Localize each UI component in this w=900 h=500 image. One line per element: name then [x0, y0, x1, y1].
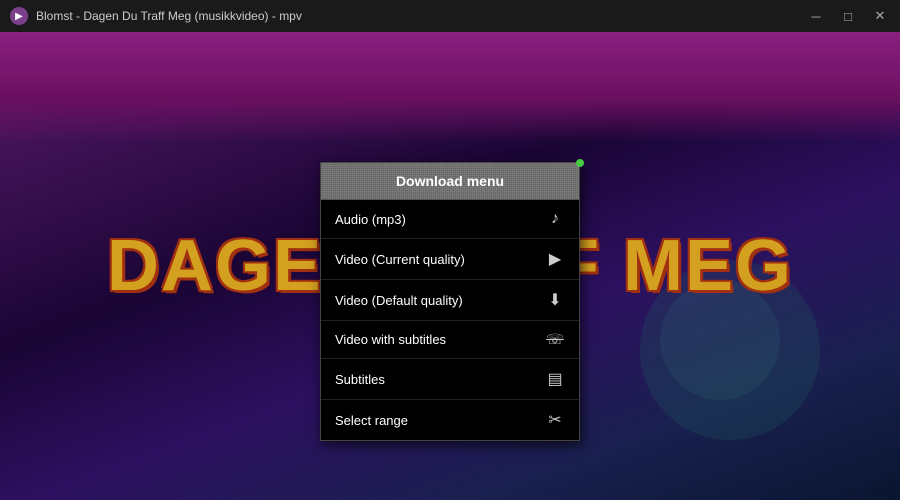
download-menu: Download menu Audio (mp3) ♪ Video (Curre… [320, 162, 580, 441]
close-button[interactable]: ✕ [870, 6, 890, 26]
app-icon: ▶ [10, 7, 28, 25]
menu-item-subtitles-label: Subtitles [335, 372, 385, 387]
menu-item-subtitles[interactable]: Subtitles ▤ [321, 359, 579, 400]
menu-item-select-range[interactable]: Select range ✂ [321, 400, 579, 440]
menu-item-video-current-label: Video (Current quality) [335, 252, 465, 267]
menu-item-video-subtitles[interactable]: Video with subtitles ☏ [321, 321, 579, 359]
menu-item-select-range-label: Select range [335, 413, 408, 428]
menu-item-video-subtitles-label: Video with subtitles [335, 332, 446, 347]
top-color-band [0, 32, 900, 142]
menu-item-video-current[interactable]: Video (Current quality) ▶ [321, 239, 579, 280]
menu-item-audio[interactable]: Audio (mp3) ♪ [321, 200, 579, 239]
video-player: DAGEN FF MEG Download menu Audio (mp3) ♪… [0, 32, 900, 500]
window-controls: ─ □ ✕ [806, 6, 890, 26]
download-icon: ⬇ [545, 290, 565, 310]
subtitles-icon: ▤ [545, 369, 565, 389]
minimize-button[interactable]: ─ [806, 6, 826, 26]
scissors-icon: ✂ [545, 410, 565, 430]
titlebar: ▶ Blomst - Dagen Du Traff Meg (musikkvid… [0, 0, 900, 32]
menu-item-video-default[interactable]: Video (Default quality) ⬇ [321, 280, 579, 321]
menu-item-video-default-label: Video (Default quality) [335, 293, 463, 308]
window-title: Blomst - Dagen Du Traff Meg (musikkvideo… [36, 9, 806, 23]
no-subtitles-icon: ☏ [545, 331, 565, 348]
maximize-button[interactable]: □ [838, 6, 858, 26]
menu-item-audio-label: Audio (mp3) [335, 212, 406, 227]
play-icon: ▶ [545, 249, 565, 269]
menu-header: Download menu [321, 163, 579, 200]
music-icon: ♪ [545, 210, 565, 228]
status-dot [576, 159, 584, 167]
